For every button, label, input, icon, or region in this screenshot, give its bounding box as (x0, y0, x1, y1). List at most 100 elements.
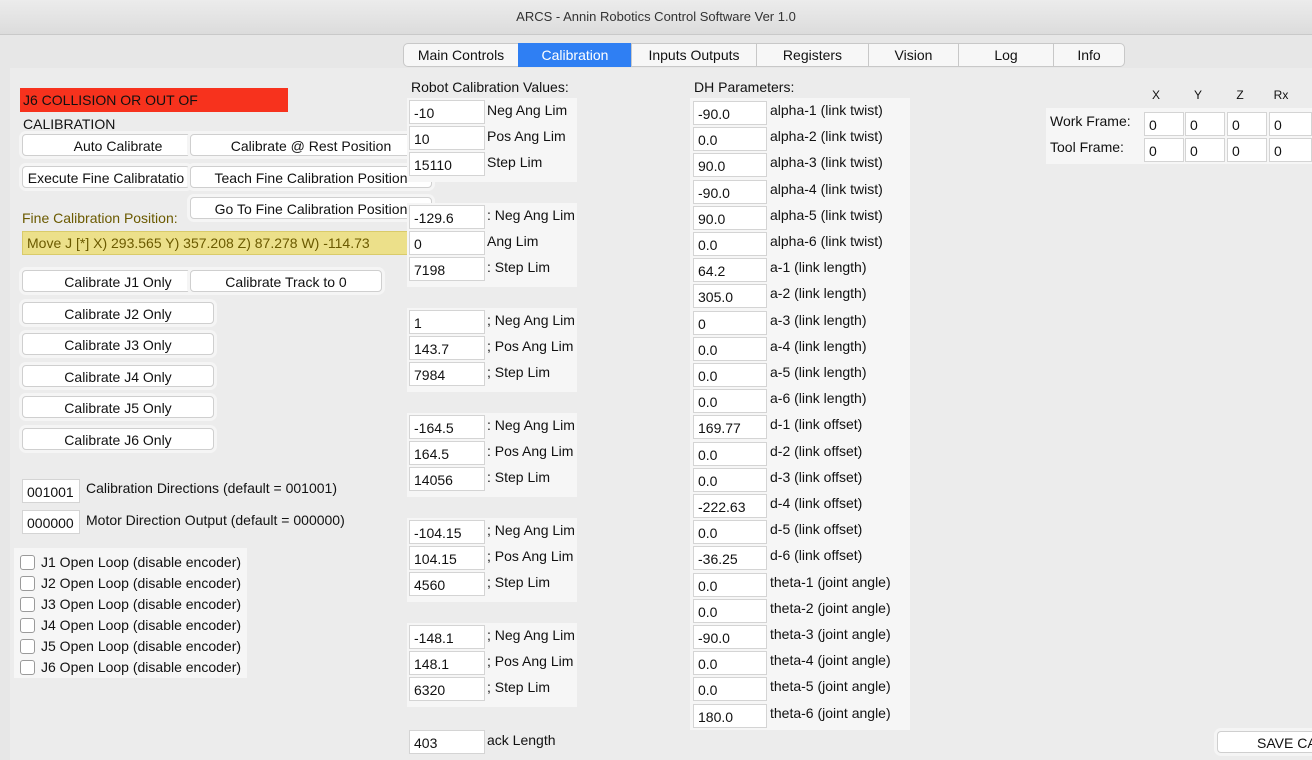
joint-4-calibration-input[interactable]: 14056 (409, 467, 485, 491)
joint-1-calibration-input[interactable]: -10 (409, 100, 485, 124)
dh-parameter-label: d-6 (link offset) (770, 547, 863, 564)
tool-frame-x-input[interactable]: 0 (1144, 138, 1184, 162)
calibration-directions-input[interactable]: 001001 (22, 479, 80, 503)
j3-open-loop-checkbox[interactable] (20, 596, 35, 612)
dh-parameter-input[interactable]: -90.0 (693, 179, 767, 204)
tab-info[interactable]: Info (1053, 43, 1125, 67)
open-loop-j3-row[interactable]: J3 Open Loop (disable encoder) (20, 594, 241, 614)
dh-parameter-input[interactable]: 0.0 (693, 520, 767, 545)
joint-3-calibration-input[interactable]: 7984 (409, 362, 485, 386)
dh-parameter-input[interactable]: 90.0 (693, 205, 767, 230)
joint-6-calibration-label: ; Step Lim (487, 679, 551, 695)
j5-open-loop-checkbox[interactable] (20, 638, 35, 654)
dh-parameter-input[interactable]: 0.0 (693, 467, 767, 492)
joint-6-calibration-input[interactable]: -148.1 (409, 625, 485, 649)
calibrate-rest-button[interactable]: Calibrate @ Rest Position (190, 134, 432, 156)
joint-5-calibration-input[interactable]: 4560 (409, 572, 485, 596)
calibrate-j2-button[interactable]: Calibrate J2 Only (22, 302, 214, 324)
joint-2-calibration-input[interactable]: 0 (409, 231, 485, 255)
dh-parameter-input[interactable]: -222.63 (693, 494, 767, 518)
dh-parameter-input[interactable]: 0.0 (693, 598, 767, 623)
dh-parameter-input[interactable]: 90.0 (693, 153, 767, 178)
calibrate-j6-button[interactable]: Calibrate J6 Only (22, 428, 214, 450)
work-frame-rx-input[interactable]: 0 (1269, 112, 1312, 136)
joint-5-calibration-input[interactable]: 104.15 (409, 546, 485, 570)
dh-parameter-input[interactable]: 180.0 (693, 703, 767, 728)
open-loop-j1-row[interactable]: J1 Open Loop (disable encoder) (20, 552, 241, 572)
teach-fine-calibration-button[interactable]: Teach Fine Calibration Position (190, 166, 432, 188)
robot-calibration-header: Robot Calibration Values: (411, 79, 569, 95)
joint-3-calibration-label: ; Neg Ang Lim (487, 312, 575, 328)
tool-frame-rx-input[interactable]: 0 (1269, 138, 1312, 162)
motor-direction-label: Motor Direction Output (default = 000000… (86, 512, 345, 528)
joint-3-calibration-input[interactable]: 1 (409, 310, 485, 334)
j6-open-loop-checkbox[interactable] (20, 659, 35, 675)
work-frame-x-input[interactable]: 0 (1144, 112, 1184, 136)
tool-frame-z-input[interactable]: 0 (1227, 138, 1267, 162)
calibrate-j1-button[interactable]: Calibrate J1 Only (22, 270, 214, 292)
joint-6-calibration-input[interactable]: 6320 (409, 677, 485, 701)
open-loop-j2-row[interactable]: J2 Open Loop (disable encoder) (20, 573, 241, 593)
open-loop-j6-row[interactable]: J6 Open Loop (disable encoder) (20, 657, 241, 677)
dh-parameter-label: alpha-6 (link twist) (770, 233, 883, 249)
dh-parameter-label: d-5 (link offset) (770, 521, 863, 538)
dh-parameter-input[interactable]: 0.0 (693, 572, 767, 597)
dh-parameter-label: alpha-3 (link twist) (770, 154, 883, 171)
j1-open-loop-checkbox[interactable] (20, 554, 35, 570)
tab-log[interactable]: Log (958, 43, 1053, 67)
j2-open-loop-checkbox[interactable] (20, 575, 35, 591)
tab-registers[interactable]: Registers (756, 43, 868, 67)
joint-2-calibration-input[interactable]: -129.6 (409, 205, 485, 229)
open-loop-j5-row[interactable]: J5 Open Loop (disable encoder) (20, 636, 241, 656)
joint-1-calibration-label: Neg Ang Lim (487, 102, 568, 118)
dh-parameter-input[interactable]: 0.0 (693, 232, 767, 256)
joint-3-calibration-input[interactable]: 143.7 (409, 336, 485, 360)
dh-parameter-input[interactable]: 64.2 (693, 258, 767, 283)
dh-parameter-input[interactable]: 0.0 (693, 389, 767, 414)
joint-5-calibration-label: ; Neg Ang Lim (487, 522, 575, 538)
tab-main-controls[interactable]: Main Controls (403, 43, 518, 67)
dh-parameter-input[interactable]: 305.0 (693, 284, 767, 309)
work-frame-y-input[interactable]: 0 (1185, 112, 1225, 136)
calibrate-j3-button[interactable]: Calibrate J3 Only (22, 333, 214, 355)
joint-4-calibration-input[interactable]: 164.5 (409, 441, 485, 465)
tab-inputs-outputs[interactable]: Inputs Outputs (631, 43, 756, 67)
dh-parameter-label: theta-1 (joint angle) (770, 573, 891, 590)
motor-direction-input[interactable]: 000000 (22, 510, 80, 534)
dh-parameter-input[interactable]: 0.0 (693, 127, 767, 152)
calibrate-track-button[interactable]: Calibrate Track to 0 (190, 270, 382, 292)
save-calibration-button[interactable]: SAVE CA (1217, 731, 1312, 753)
dh-parameter-label: a-1 (link length) (770, 259, 867, 276)
calibrate-j4-button[interactable]: Calibrate J4 Only (22, 365, 214, 387)
dh-parameter-input[interactable]: 0.0 (693, 441, 767, 466)
dh-parameter-input[interactable]: 0.0 (693, 651, 767, 676)
joint-4-calibration-input[interactable]: -164.5 (409, 415, 485, 439)
dh-parameter-input[interactable]: 0.0 (693, 336, 767, 361)
work-frame-z-input[interactable]: 0 (1227, 112, 1267, 136)
fine-calibration-field[interactable]: Move J [*] X) 293.565 Y) 357.208 Z) 87.2… (22, 231, 416, 255)
joint-6-calibration-label: ; Neg Ang Lim (487, 627, 575, 643)
joint-2-calibration-input[interactable]: 7198 (409, 257, 485, 281)
dh-parameter-input[interactable]: -90.0 (693, 101, 767, 125)
open-loop-j4-row[interactable]: J4 Open Loop (disable encoder) (20, 615, 241, 635)
j4-open-loop-checkbox[interactable] (20, 617, 35, 633)
dh-parameter-input[interactable]: 0 (693, 310, 767, 335)
execute-fine-calibration-button[interactable]: Execute Fine Calibratatio (22, 166, 190, 188)
calibrate-j5-button[interactable]: Calibrate J5 Only (22, 396, 214, 418)
dh-parameter-input[interactable]: -90.0 (693, 625, 767, 649)
j3-open-loop-label: J3 Open Loop (disable encoder) (41, 596, 242, 612)
joint-1-calibration-input[interactable]: 15110 (409, 152, 485, 176)
dh-parameter-input[interactable]: 0.0 (693, 363, 767, 387)
joint-6-calibration-input[interactable]: 148.1 (409, 651, 485, 675)
dh-parameter-input[interactable]: -36.25 (693, 546, 767, 571)
auto-calibrate-button[interactable]: Auto Calibrate (22, 134, 214, 156)
tab-calibration[interactable]: Calibration (518, 43, 631, 67)
tool-frame-y-input[interactable]: 0 (1185, 138, 1225, 162)
goto-fine-calibration-button[interactable]: Go To Fine Calibration Position (190, 197, 432, 219)
joint-1-calibration-input[interactable]: 10 (409, 126, 485, 150)
dh-parameter-input[interactable]: 169.77 (693, 415, 767, 440)
track-length-input[interactable]: 403 (409, 730, 485, 754)
dh-parameter-input[interactable]: 0.0 (693, 677, 767, 702)
tab-vision[interactable]: Vision (868, 43, 958, 67)
joint-5-calibration-input[interactable]: -104.15 (409, 520, 485, 544)
